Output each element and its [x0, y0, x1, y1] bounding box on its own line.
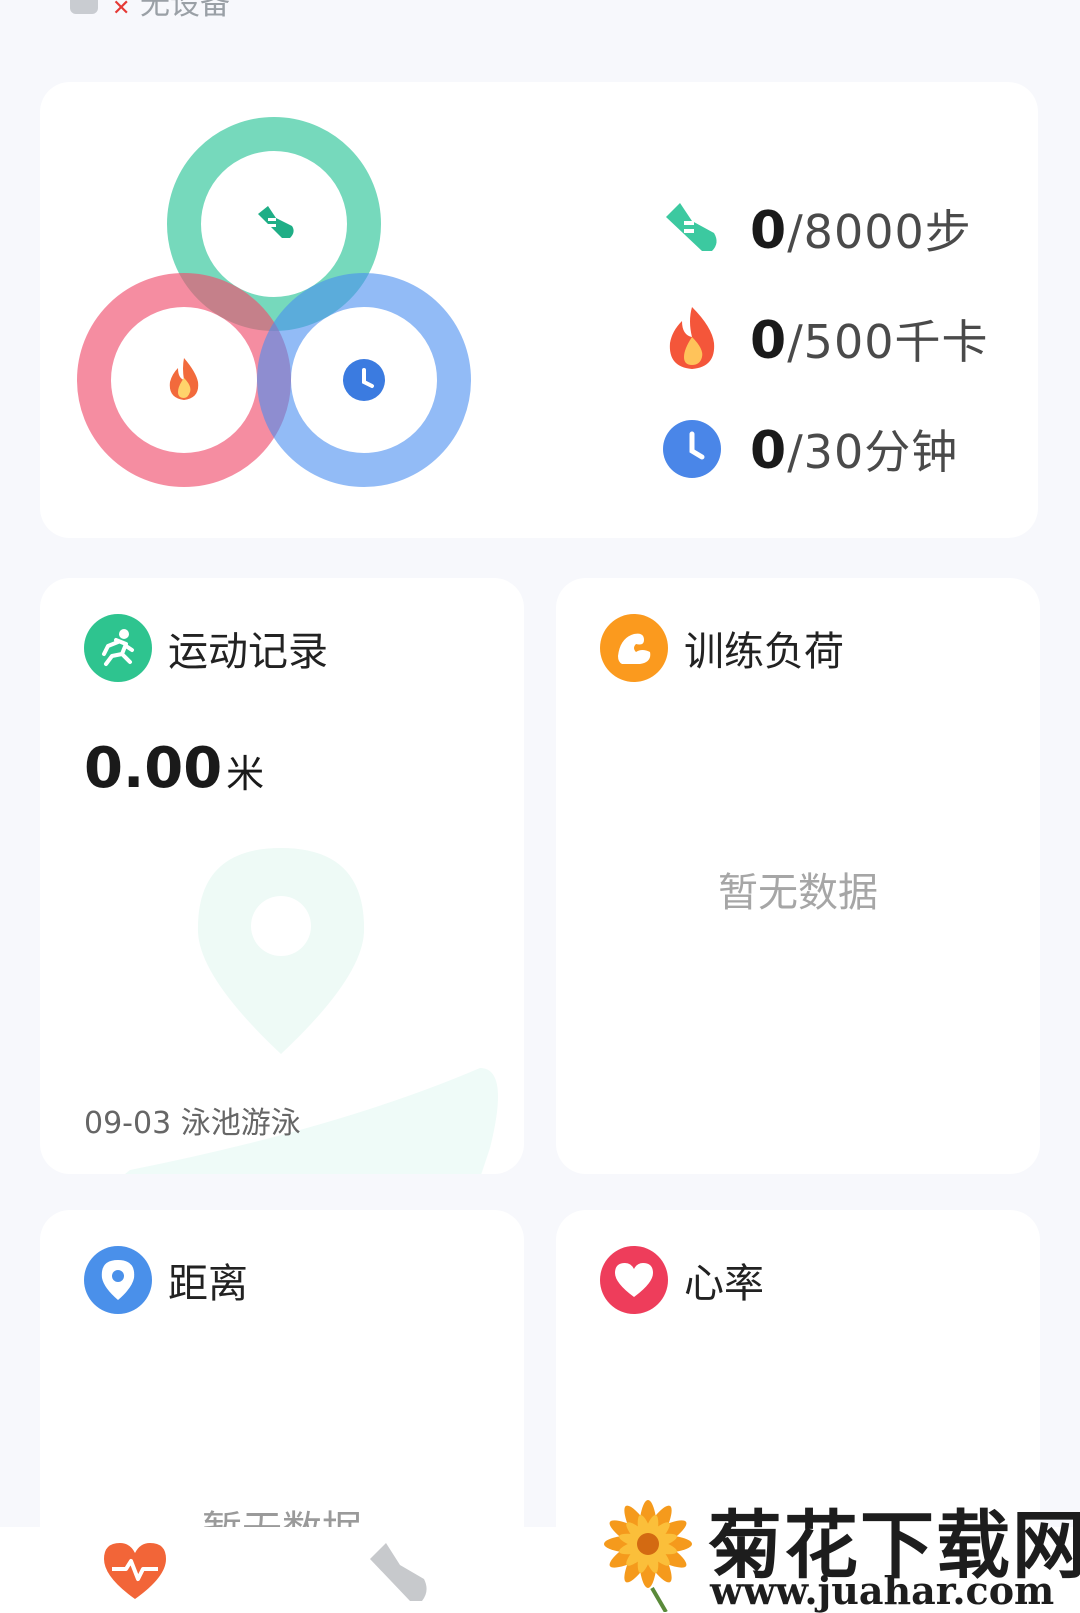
heart-rate-title: 心率 — [684, 1261, 764, 1307]
ring-clock-icon — [343, 359, 385, 401]
location-icon — [84, 1246, 152, 1314]
exercise-distance-unit: 米 — [226, 752, 265, 796]
training-load-empty: 暂无数据 — [718, 870, 878, 916]
last-exercise-record: 09-03 泳池游泳 — [84, 1106, 301, 1141]
minutes-goal[interactable]: 0/30分钟 — [660, 394, 989, 504]
disconnected-icon: ✕ — [112, 0, 131, 21]
exercise-record-title: 运动记录 — [168, 629, 328, 675]
minutes-target: /30分钟 — [787, 425, 959, 479]
training-load-title: 训练负荷 — [684, 629, 844, 675]
ring-flame-icon — [169, 358, 199, 400]
flower-logo-icon — [604, 1500, 692, 1612]
ring-shoe-icon — [258, 206, 294, 238]
minutes-current: 0 — [750, 421, 788, 481]
exercise-distance: 0.00 米 — [84, 736, 264, 801]
device-status-text: 无设备 — [140, 0, 230, 22]
muscle-icon — [600, 614, 668, 682]
calories-goal[interactable]: 0/500千卡 — [660, 284, 989, 394]
watermark-url: www.juahar.com — [710, 1568, 1055, 1613]
training-load-card[interactable]: 训练负荷 暂无数据 — [556, 578, 1040, 1174]
calories-target: /500千卡 — [787, 315, 989, 369]
activity-rings-card[interactable]: 0/8000步 0/500千卡 0/30分钟 — [40, 82, 1038, 538]
watermark: 菊花下载网 www.juahar.com — [590, 1486, 1080, 1613]
watch-icon — [70, 0, 98, 14]
steps-goal[interactable]: 0/8000步 — [660, 174, 989, 284]
exercise-distance-value: 0.00 — [84, 736, 223, 801]
exercise-record-card[interactable]: 运动记录 0.00 米 09-03 泳池游泳 — [40, 578, 524, 1174]
steps-target: /8000步 — [787, 205, 972, 259]
flame-icon — [660, 307, 724, 371]
steps-current: 0 — [750, 201, 788, 261]
track-decoration — [125, 1068, 498, 1174]
clock-icon — [660, 417, 724, 481]
device-status[interactable]: ✕ 无设备 — [70, 0, 230, 22]
health-icon — [104, 1543, 166, 1599]
heart-icon — [600, 1246, 668, 1314]
activity-rings — [77, 117, 471, 487]
running-icon — [84, 614, 152, 682]
calories-current: 0 — [750, 311, 788, 371]
health-tab[interactable] — [100, 1539, 180, 1613]
exercise-shoe-icon — [370, 1543, 427, 1601]
shoe-icon — [660, 197, 724, 261]
exercise-tab[interactable] — [366, 1539, 446, 1613]
distance-title: 距离 — [168, 1261, 248, 1307]
goal-list: 0/8000步 0/500千卡 0/30分钟 — [660, 174, 989, 504]
